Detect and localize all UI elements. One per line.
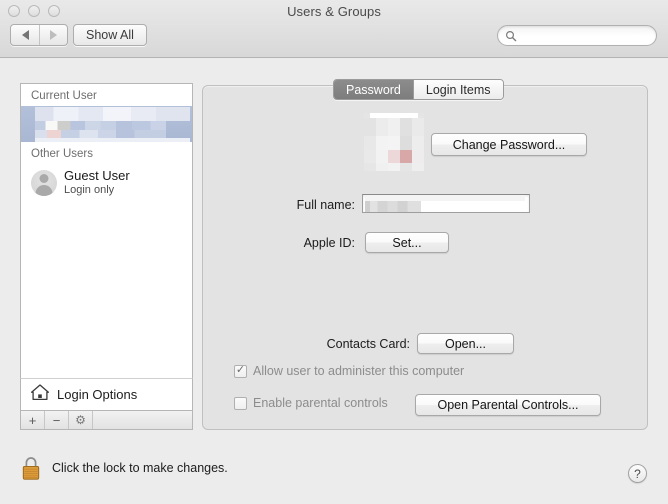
redacted-full-name-value — [365, 201, 421, 212]
window-titlebar: Users & Groups Show All — [0, 0, 668, 58]
change-password-button[interactable]: Change Password... — [431, 133, 587, 156]
add-user-button[interactable]: + — [21, 411, 45, 429]
show-all-button[interactable]: Show All — [73, 24, 147, 46]
tab-login-items[interactable]: Login Items — [412, 80, 503, 99]
search-input[interactable] — [520, 28, 650, 43]
lock-area[interactable]: Click the lock to make changes. — [20, 455, 228, 481]
panel-tabs: Password Login Items — [333, 79, 504, 100]
search-field[interactable] — [497, 25, 657, 46]
remove-user-button[interactable]: − — [45, 411, 69, 429]
checkmark-icon: ✓ — [235, 364, 246, 376]
chevron-left-icon — [21, 30, 29, 40]
full-name-label: Full name: — [296, 198, 355, 212]
window-title: Users & Groups — [287, 4, 381, 19]
users-and-groups-window: Users & Groups Show All Current User Oth… — [0, 0, 668, 504]
login-options-label: Login Options — [57, 387, 138, 402]
enable-parental-checkbox-row[interactable]: Enable parental controls — [234, 396, 388, 410]
other-users-header: Other Users — [31, 148, 93, 160]
users-list-sidebar: Current User Other Users Guest User Logi… — [20, 83, 193, 410]
allow-admin-checkbox-row[interactable]: ✓ Allow user to administer this computer — [234, 364, 464, 378]
guest-user-text: Guest User Login only — [64, 168, 130, 197]
apple-id-label: Apple ID: — [303, 236, 355, 250]
redacted-user-name — [35, 107, 190, 121]
sidebar-item-guest-user[interactable]: Guest User Login only — [21, 164, 192, 202]
contacts-card-label: Contacts Card: — [326, 337, 410, 351]
guest-user-subtitle: Login only — [64, 184, 115, 197]
sidebar-item-current-user[interactable] — [21, 106, 192, 142]
navigation-buttons — [10, 24, 68, 46]
sidebar-item-login-options[interactable]: Login Options — [20, 378, 193, 410]
sidebar-toolbar: + − ⚙ — [20, 410, 193, 430]
user-account-picture[interactable] — [364, 113, 424, 171]
back-button[interactable] — [11, 25, 39, 45]
current-user-header: Current User — [31, 90, 97, 102]
chevron-right-icon — [50, 30, 57, 40]
guest-user-name: Guest User — [64, 168, 130, 184]
gear-icon[interactable]: ⚙ — [69, 411, 93, 429]
lock-status-text: Click the lock to make changes. — [52, 461, 228, 475]
redacted-user-detail-3 — [35, 138, 190, 142]
user-avatar-icon — [31, 170, 57, 196]
enable-parental-checkbox[interactable] — [234, 396, 247, 410]
tab-password[interactable]: Password — [334, 80, 413, 99]
lock-closed-icon[interactable] — [20, 455, 42, 481]
home-icon — [30, 383, 50, 406]
full-name-input[interactable] — [362, 194, 530, 213]
search-icon — [505, 30, 517, 42]
forward-button[interactable] — [39, 25, 67, 45]
open-parental-controls-button[interactable]: Open Parental Controls... — [415, 394, 601, 416]
enable-parental-label: Enable parental controls — [253, 396, 388, 410]
set-apple-id-button[interactable]: Set... — [365, 232, 449, 253]
open-contacts-card-button[interactable]: Open... — [417, 333, 514, 354]
allow-admin-label: Allow user to administer this computer — [253, 364, 465, 378]
allow-admin-checkbox[interactable]: ✓ — [234, 364, 247, 378]
help-button[interactable]: ? — [628, 464, 647, 483]
